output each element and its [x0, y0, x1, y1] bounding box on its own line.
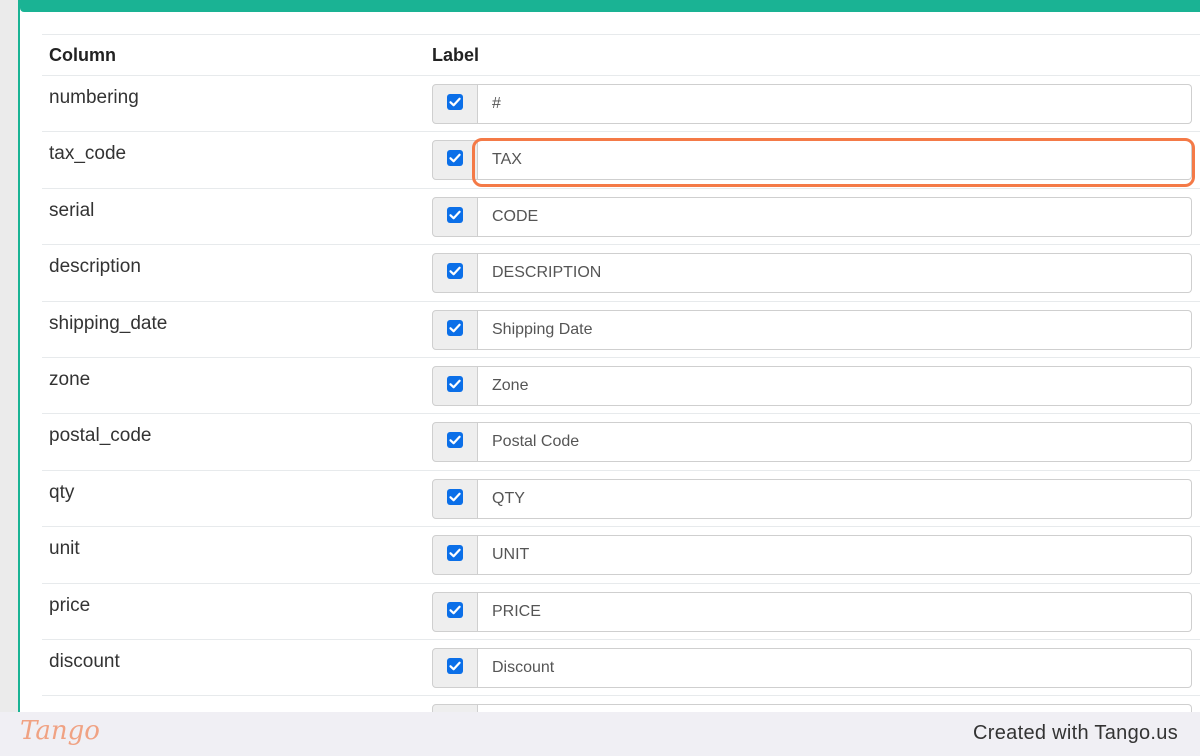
table-row: serial — [42, 189, 1200, 246]
footer-credit: Created with Tango.us — [973, 722, 1178, 744]
label-input-group — [432, 309, 1192, 350]
label-input[interactable] — [478, 704, 1192, 712]
label-input-group — [432, 196, 1192, 237]
label-input-group — [432, 478, 1192, 519]
checkbox-addon — [432, 365, 478, 406]
table-row: price — [42, 584, 1200, 640]
visible-checkbox[interactable] — [447, 657, 463, 674]
visible-checkbox[interactable] — [447, 263, 463, 280]
checkbox-addon — [432, 591, 478, 632]
checkmark-icon — [449, 323, 461, 332]
column-name: qty — [49, 481, 75, 503]
column-name: serial — [49, 199, 95, 221]
checkmark-icon — [449, 436, 461, 445]
checkbox-addon — [432, 84, 478, 124]
visible-checkbox[interactable] — [447, 545, 463, 562]
label-input-group — [432, 365, 1192, 406]
checkmark-icon — [449, 210, 461, 220]
label-input[interactable] — [478, 309, 1192, 350]
label-input-group — [432, 647, 1192, 688]
table-row: shipping_date — [42, 302, 1200, 358]
label-header: Label — [432, 45, 480, 65]
table-row: postal_code — [42, 414, 1200, 471]
table-header: Column Label — [42, 34, 1200, 76]
checkbox-addon — [432, 704, 478, 712]
checkbox-addon — [432, 647, 478, 688]
table-row: zone — [42, 358, 1200, 415]
panel-accent-bar — [20, 0, 1200, 12]
tango-logo: Tango — [20, 716, 100, 746]
checkbox-addon — [432, 478, 478, 519]
checkmark-icon — [449, 661, 461, 671]
checkmark-icon — [449, 154, 461, 163]
label-input-group — [432, 84, 1192, 124]
column-name: unit — [49, 538, 80, 560]
table-row — [42, 696, 1200, 712]
checkbox-addon — [432, 309, 478, 350]
label-input-group — [432, 704, 1192, 712]
label-input-group — [432, 591, 1192, 632]
columns-panel: Column Label numbering tax_codeserial desc… — [18, 0, 1200, 712]
visible-checkbox[interactable] — [447, 432, 463, 449]
checkmark-icon — [449, 97, 461, 107]
visible-checkbox[interactable] — [447, 206, 463, 223]
label-input-group — [432, 535, 1192, 576]
table-row: numbering — [42, 76, 1200, 133]
label-input-group — [432, 140, 1192, 181]
column-name: zone — [49, 368, 91, 390]
table-body: numbering tax_codeserial description shippi… — [42, 76, 1200, 712]
label-input[interactable] — [478, 591, 1192, 632]
label-input[interactable] — [478, 478, 1192, 519]
label-input[interactable] — [478, 365, 1192, 406]
visible-checkbox[interactable] — [447, 150, 463, 167]
label-input[interactable] — [478, 422, 1192, 463]
visible-checkbox[interactable] — [447, 488, 463, 505]
visible-checkbox[interactable] — [447, 375, 463, 392]
column-name: description — [49, 256, 141, 278]
checkmark-icon — [449, 266, 461, 276]
checkmark-icon — [449, 379, 461, 389]
column-name: postal_code — [49, 425, 152, 447]
checkbox-addon — [432, 253, 478, 294]
table-row: unit — [42, 527, 1200, 584]
table-row: description — [42, 245, 1200, 302]
label-input[interactable] — [478, 84, 1192, 124]
table-row: qty — [42, 471, 1200, 528]
checkbox-addon — [432, 196, 478, 237]
checkmark-icon — [449, 492, 461, 502]
label-input[interactable] — [478, 647, 1192, 688]
column-header: Column — [49, 45, 116, 65]
visible-checkbox[interactable] — [447, 94, 463, 110]
column-name: shipping_date — [49, 312, 168, 334]
column-name: discount — [49, 650, 120, 672]
label-input[interactable] — [478, 140, 1192, 181]
table-row: tax_code — [42, 132, 1200, 189]
checkmark-icon — [449, 605, 461, 614]
footer-bar: Tango Created with Tango.us — [0, 712, 1200, 756]
checkbox-addon — [432, 140, 478, 181]
visible-checkbox[interactable] — [447, 601, 463, 618]
label-input-group — [432, 253, 1192, 294]
checkbox-addon — [432, 422, 478, 463]
visible-checkbox[interactable] — [447, 319, 463, 336]
column-name: price — [49, 594, 91, 616]
table-row: discount — [42, 640, 1200, 697]
label-input[interactable] — [478, 196, 1192, 237]
column-name: tax_code — [49, 143, 127, 165]
label-input-group — [432, 422, 1192, 463]
column-name: numbering — [49, 87, 139, 108]
label-input[interactable] — [478, 253, 1192, 294]
checkbox-addon — [432, 535, 478, 576]
label-input[interactable] — [478, 535, 1192, 576]
checkmark-icon — [449, 548, 461, 558]
